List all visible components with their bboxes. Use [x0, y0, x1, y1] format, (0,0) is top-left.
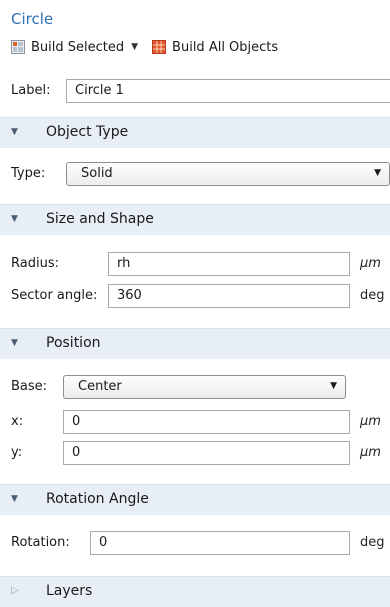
- label-row: Label: Circle 1: [0, 77, 390, 107]
- build-selected-button[interactable]: Build Selected: [11, 40, 124, 55]
- build-selected-icon: [11, 40, 25, 54]
- section-rotation-angle[interactable]: ▼ Rotation Angle: [0, 484, 390, 515]
- sector-angle-label: Sector angle:: [11, 288, 98, 303]
- sector-angle-row: Sector angle: 360 deg: [0, 282, 390, 312]
- label-field-label: Label:: [11, 83, 51, 98]
- base-row: Base: Center ▼: [0, 373, 390, 403]
- build-all-label: Build All Objects: [172, 39, 279, 55]
- y-label: y:: [11, 445, 23, 460]
- section-title: Rotation Angle: [46, 491, 149, 507]
- build-selected-label: Build Selected: [31, 39, 125, 55]
- label-input[interactable]: Circle 1: [66, 79, 390, 103]
- radius-unit: µm: [360, 256, 381, 271]
- base-select-value: Center: [78, 379, 122, 394]
- chevron-down-icon: ▼: [330, 381, 337, 391]
- section-size-shape[interactable]: ▼ Size and Shape: [0, 204, 390, 235]
- sector-angle-unit: deg: [360, 288, 385, 303]
- rotation-input[interactable]: 0: [90, 531, 350, 555]
- section-title: Object Type: [46, 124, 129, 140]
- type-select-value: Solid: [81, 166, 113, 181]
- triangle-right-icon: ▷: [11, 585, 19, 596]
- toolbar: Build Selected ▼ Build All Objects: [11, 37, 278, 57]
- triangle-down-icon: ▼: [11, 214, 18, 224]
- triangle-down-icon: ▼: [11, 338, 18, 348]
- type-row: Type: Solid ▼: [0, 160, 390, 190]
- base-label: Base:: [11, 379, 48, 394]
- rotation-unit: deg: [360, 535, 385, 550]
- x-label: x:: [11, 414, 24, 429]
- build-all-icon: [152, 40, 167, 54]
- chevron-down-icon[interactable]: ▼: [131, 42, 138, 52]
- x-row: x: 0 µm: [0, 408, 390, 438]
- y-row: y: 0 µm: [0, 439, 390, 469]
- y-unit: µm: [360, 445, 381, 460]
- sector-angle-input[interactable]: 360: [108, 284, 350, 308]
- section-object-type[interactable]: ▼ Object Type: [0, 117, 390, 148]
- section-position[interactable]: ▼ Position: [0, 328, 390, 359]
- section-title: Position: [46, 335, 101, 351]
- x-input[interactable]: 0: [63, 410, 350, 434]
- triangle-down-icon: ▼: [11, 127, 18, 137]
- type-label: Type:: [11, 166, 46, 181]
- y-input[interactable]: 0: [63, 441, 350, 465]
- section-title: Layers: [46, 583, 93, 599]
- rotation-label: Rotation:: [11, 535, 70, 550]
- base-select[interactable]: Center ▼: [63, 375, 346, 399]
- section-title: Size and Shape: [46, 211, 154, 227]
- triangle-down-icon: ▼: [11, 494, 18, 504]
- rotation-row: Rotation: 0 deg: [0, 529, 390, 559]
- settings-title: Circle: [11, 10, 54, 28]
- radius-label: Radius:: [11, 256, 59, 271]
- x-unit: µm: [360, 414, 381, 429]
- section-layers[interactable]: ▷ Layers: [0, 576, 390, 607]
- radius-input[interactable]: rh: [108, 252, 350, 276]
- build-all-button[interactable]: Build All Objects: [152, 40, 278, 55]
- type-select[interactable]: Solid ▼: [66, 162, 390, 186]
- chevron-down-icon: ▼: [374, 168, 381, 178]
- radius-row: Radius: rh µm: [0, 250, 390, 280]
